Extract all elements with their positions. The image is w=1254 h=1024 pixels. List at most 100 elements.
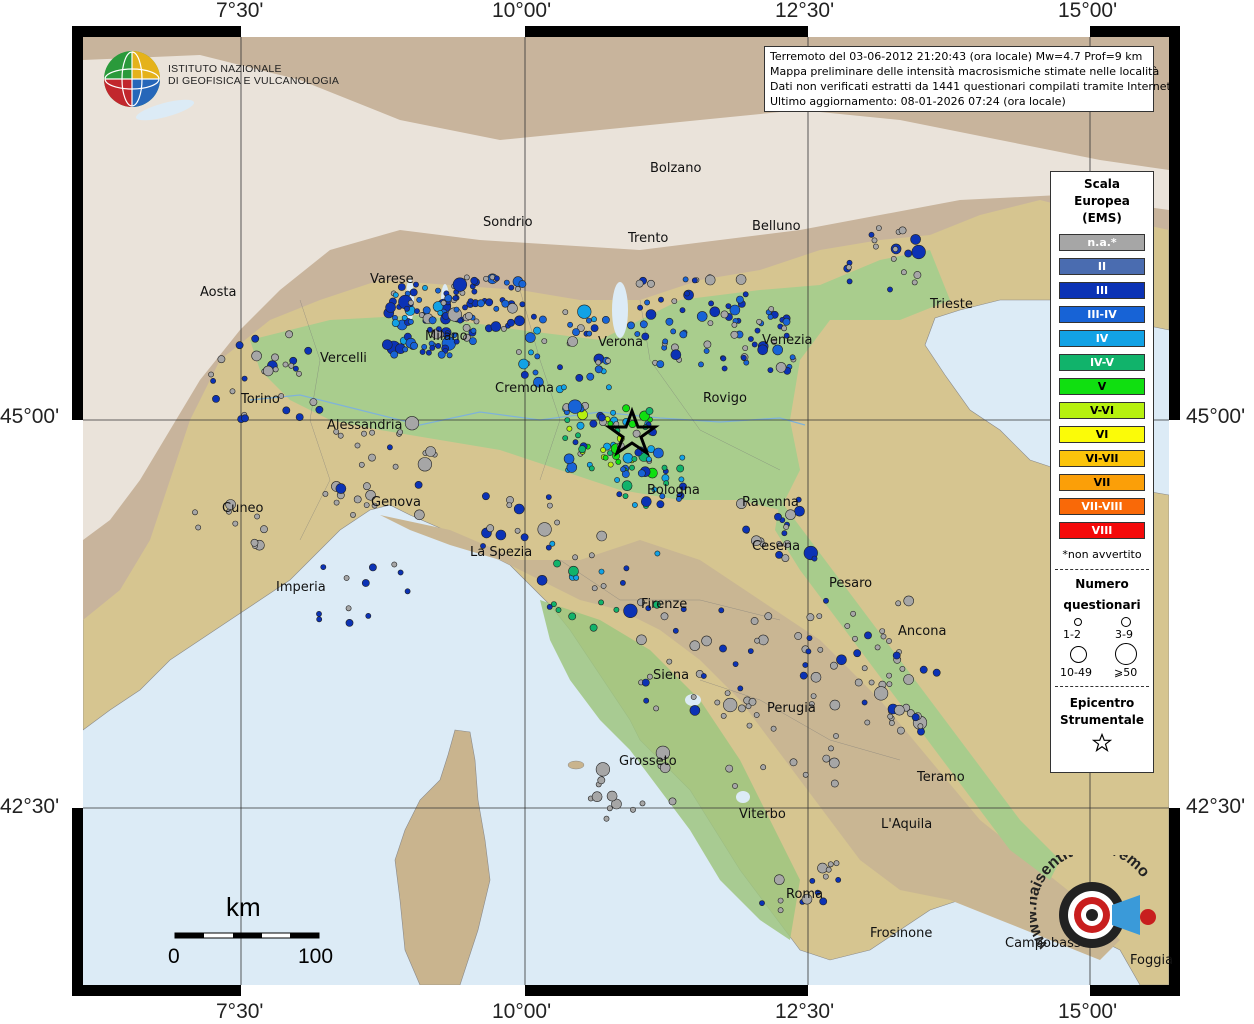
legend-swatch-7: V xyxy=(1059,378,1145,395)
intensity-point xyxy=(805,648,812,655)
intensity-point xyxy=(853,649,862,658)
intensity-point xyxy=(781,325,787,332)
intensity-point xyxy=(564,417,571,423)
intensity-point xyxy=(419,349,426,355)
intensity-point xyxy=(701,635,712,647)
intensity-point xyxy=(879,628,886,634)
intensity-point xyxy=(873,243,879,250)
intensity-point xyxy=(578,445,587,454)
intensity-point xyxy=(809,878,816,884)
intensity-point xyxy=(591,316,597,323)
legend-swatch-4: III-IV xyxy=(1059,306,1145,323)
intensity-point xyxy=(830,661,838,670)
intensity-point xyxy=(446,352,453,359)
intensity-point xyxy=(322,490,329,497)
intensity-point xyxy=(770,725,777,732)
intensity-point xyxy=(643,697,650,704)
intensity-point xyxy=(365,613,372,619)
intensity-point xyxy=(590,324,599,332)
intensity-point xyxy=(414,308,420,314)
intensity-point xyxy=(890,255,897,262)
intensity-point xyxy=(647,673,653,680)
intensity-point xyxy=(622,493,629,499)
intensity-point xyxy=(644,299,650,306)
intensity-point xyxy=(288,362,295,369)
intensity-point xyxy=(822,873,829,880)
intensity-point xyxy=(422,284,428,291)
intensity-point xyxy=(720,310,729,319)
place-label-bologna: Bologna xyxy=(647,483,700,498)
intensity-point xyxy=(417,457,433,472)
intensity-point xyxy=(407,318,414,325)
legend-swatch-2: II xyxy=(1059,258,1145,275)
intensity-point xyxy=(525,332,536,343)
legend-intensity-swatches: n.a.* II III III-IV IV IV-V V V-VI VI VI-VII VII VI… xyxy=(1051,234,1153,539)
intensity-point xyxy=(392,463,399,470)
intensity-point xyxy=(897,726,905,735)
scale-bar-unit: km xyxy=(226,892,261,922)
intensity-point xyxy=(606,805,613,812)
intensity-point xyxy=(822,754,831,763)
intensity-point xyxy=(802,662,809,668)
event-info-box: Terremoto del 03-06-2012 21:20:43 (ora l… xyxy=(764,46,1174,112)
intensity-point xyxy=(208,371,214,378)
intensity-point xyxy=(622,404,630,413)
intensity-point xyxy=(682,276,689,283)
intensity-point xyxy=(416,296,423,303)
event-info-line2: Mappa preliminare delle intensità macros… xyxy=(770,65,1160,78)
scale-bar xyxy=(174,932,320,939)
intensity-point xyxy=(754,327,761,334)
intensity-point xyxy=(932,668,941,677)
legend-star-icon xyxy=(1091,732,1113,752)
intensity-point xyxy=(825,866,832,873)
intensity-point xyxy=(704,274,716,286)
intensity-point xyxy=(670,349,682,361)
intensity-point xyxy=(854,678,863,687)
intensity-point xyxy=(470,327,477,334)
intensity-point xyxy=(874,644,881,651)
lon-label-top-3: 12°30' xyxy=(775,0,835,22)
intensity-point xyxy=(444,294,453,303)
place-label-rovigo: Rovigo xyxy=(703,391,747,406)
intensity-point xyxy=(753,712,760,718)
intensity-point xyxy=(647,279,655,288)
intensity-point xyxy=(919,665,928,674)
macroseismic-map-figure: Bolzano Sondrio Trento Belluno Aosta Varese Mi… xyxy=(0,0,1254,1024)
intensity-point xyxy=(742,345,749,351)
intensity-point xyxy=(904,249,913,258)
intensity-point xyxy=(620,466,626,473)
intensity-point xyxy=(485,298,494,307)
event-info-line1: Terremoto del 03-06-2012 21:20:43 (ora l… xyxy=(770,50,1143,63)
intensity-point xyxy=(691,277,698,284)
intensity-point xyxy=(514,315,525,327)
intensity-point xyxy=(605,357,611,364)
intensity-point xyxy=(886,638,892,644)
legend-title-line2: Europea xyxy=(1074,194,1130,208)
intensity-point xyxy=(567,336,578,347)
intensity-point xyxy=(911,713,920,722)
intensity-point xyxy=(836,654,847,666)
intensity-point xyxy=(781,530,788,537)
intensity-point xyxy=(404,416,420,431)
intensity-point xyxy=(586,372,595,381)
intensity-point xyxy=(547,502,553,509)
intensity-point xyxy=(889,720,895,726)
intensity-point xyxy=(871,237,878,244)
legend-swatch-13: VIII xyxy=(1059,522,1145,539)
place-label-viterbo: Viterbo xyxy=(739,807,786,822)
legend-swatch-10: VI-VII xyxy=(1059,450,1145,467)
intensity-point xyxy=(735,274,747,285)
intensity-point xyxy=(316,611,322,617)
intensity-point xyxy=(562,309,569,315)
intensity-point xyxy=(572,439,579,446)
intensity-point xyxy=(876,225,882,231)
intensity-point xyxy=(343,575,350,581)
intensity-point xyxy=(591,585,598,592)
intensity-point xyxy=(662,338,669,345)
event-info-line4: Ultimo aggiornamento: 08-01-2026 07:24 (… xyxy=(770,95,1066,108)
scale-bar-min: 0 xyxy=(168,945,180,968)
size-circle-50-plus xyxy=(1115,643,1137,665)
intensity-point xyxy=(272,366,279,373)
intensity-point xyxy=(429,344,436,351)
intensity-point xyxy=(637,469,646,478)
